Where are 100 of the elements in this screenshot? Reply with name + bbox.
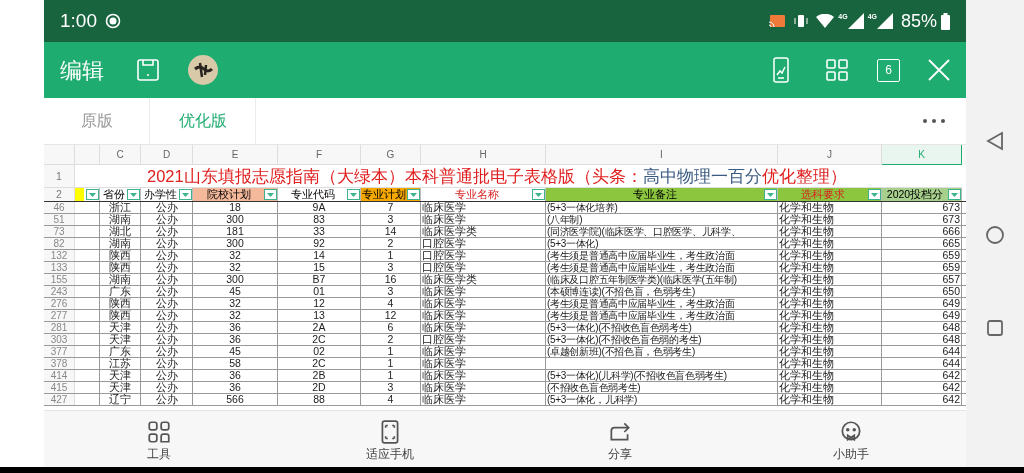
table-cell: 58 — [229, 358, 241, 369]
filter-icon[interactable] — [179, 189, 192, 200]
home-icon[interactable] — [985, 224, 1005, 245]
filter-icon[interactable] — [868, 189, 881, 200]
table-cell: 公办 — [155, 394, 178, 405]
column-header[interactable]: F — [278, 145, 361, 165]
table-cell: 12 — [313, 298, 325, 309]
battery-icon — [941, 12, 950, 30]
table-cell: 化学和生物 — [779, 382, 834, 393]
table-cell: 1 — [387, 358, 394, 369]
filter-icon[interactable] — [407, 189, 420, 200]
table-cell: 6 — [387, 322, 394, 333]
table-cell: 36 — [229, 334, 241, 345]
table-cell: (八年制) — [547, 214, 583, 225]
row-number[interactable]: 51 — [44, 214, 75, 225]
sheet-tab[interactable]: 优化版 — [150, 98, 256, 144]
row-number[interactable]: 46 — [44, 202, 75, 213]
table-cell: 化学和生物 — [779, 214, 834, 225]
header-cell: 选科要求 — [778, 188, 882, 201]
back-icon[interactable] — [986, 130, 1004, 151]
table-cell: 644 — [942, 358, 960, 369]
table-cell: 公办 — [155, 214, 178, 225]
table-cell: 化学和生物 — [779, 238, 834, 249]
row-number[interactable]: 132 — [44, 250, 75, 261]
table-cell: 45 — [229, 286, 241, 297]
table-cell: 9A — [312, 202, 326, 213]
table-cell: 天津 — [109, 322, 131, 333]
table-cell: 1 — [387, 370, 394, 381]
bottom-tool-button[interactable]: 适应手机 — [274, 411, 505, 467]
edit-title[interactable]: 编辑 — [60, 53, 104, 87]
row-number[interactable]: 276 — [44, 298, 75, 309]
table-cell: 33 — [313, 226, 325, 237]
table-cell: 公办 — [155, 262, 178, 273]
close-icon[interactable] — [928, 59, 950, 81]
row-number[interactable]: 427 — [44, 394, 75, 405]
row-number[interactable]: 243 — [44, 286, 75, 297]
table-cell: 650 — [942, 286, 960, 297]
save-icon[interactable] — [136, 58, 160, 82]
column-header[interactable]: G — [361, 145, 421, 165]
recents-icon[interactable] — [986, 318, 1004, 337]
filter-icon[interactable] — [264, 189, 277, 200]
table-cell: 3 — [387, 262, 394, 273]
table-cell: 临床医学 — [422, 202, 466, 213]
column-header[interactable]: E — [193, 145, 278, 165]
row-number[interactable]: 277 — [44, 310, 75, 321]
row-number[interactable]: 415 — [44, 382, 75, 393]
table-cell: 口腔医学 — [422, 238, 466, 249]
table-cell: 化学和生物 — [779, 394, 834, 405]
page-count-button[interactable]: 6 — [877, 58, 900, 82]
status-time: 1:00 — [60, 8, 97, 33]
grid-icon[interactable] — [825, 58, 849, 82]
row-number[interactable]: 73 — [44, 226, 75, 237]
table-cell: 2C — [312, 334, 326, 345]
column-header[interactable]: C — [100, 145, 141, 165]
filter-icon[interactable] — [86, 189, 99, 200]
column-header[interactable]: K — [882, 145, 962, 165]
table-cell: 化学和生物 — [779, 322, 834, 333]
row-number[interactable]: 2 — [44, 188, 75, 201]
row-number[interactable]: 414 — [44, 370, 75, 381]
table-cell: 3 — [387, 286, 394, 297]
filter-icon[interactable] — [532, 189, 545, 200]
filter-icon[interactable] — [764, 189, 777, 200]
table-cell: 648 — [942, 322, 960, 333]
wifi-icon — [816, 14, 835, 28]
filter-icon[interactable] — [347, 189, 360, 200]
row-number[interactable]: 303 — [44, 334, 75, 345]
table-cell: 181 — [226, 226, 244, 237]
table-cell: 16 — [384, 274, 397, 285]
row-number[interactable]: 155 — [44, 274, 75, 285]
column-header[interactable]: H — [421, 145, 546, 165]
table-cell: 口腔医学 — [422, 250, 466, 261]
sheet-tab[interactable]: 原版 — [44, 98, 150, 144]
column-header[interactable]: D — [141, 145, 193, 165]
row-number[interactable]: 378 — [44, 358, 75, 369]
table-cell: 657 — [942, 274, 960, 285]
table-cell: 14 — [313, 250, 325, 261]
bottom-tool-button[interactable]: 小助手 — [735, 411, 966, 467]
row-number[interactable]: 377 — [44, 346, 75, 357]
row-number[interactable]: 133 — [44, 262, 75, 273]
table-cell: 天津 — [109, 382, 131, 393]
table-cell: (5+3一体化，儿科学) — [547, 394, 638, 405]
filter-icon[interactable] — [948, 189, 961, 200]
table-cell: (考生须是普通高中应届毕业生，考生政治面 — [547, 262, 735, 273]
table-cell: 92 — [313, 238, 325, 249]
table-cell: 32 — [229, 262, 241, 273]
bottom-tool-button[interactable]: 分享 — [505, 411, 736, 467]
column-header[interactable]: I — [546, 145, 778, 165]
table-cell: 公办 — [155, 238, 178, 249]
table-cell: 642 — [942, 382, 960, 393]
header-cell: 院校计划 — [193, 188, 278, 201]
row-number[interactable]: 82 — [44, 238, 75, 249]
row-number[interactable]: 281 — [44, 322, 75, 333]
table-cell: 化学和生物 — [779, 358, 834, 369]
row-number[interactable]: 1 — [44, 165, 75, 188]
bottom-tool-button[interactable]: 工具 — [44, 411, 275, 467]
table-cell: 临床医学类 — [422, 226, 477, 237]
table-cell: 临床医学 — [422, 322, 466, 333]
filter-icon[interactable] — [127, 189, 140, 200]
more-icon[interactable] — [922, 118, 946, 124]
table-cell: 4 — [387, 298, 394, 309]
